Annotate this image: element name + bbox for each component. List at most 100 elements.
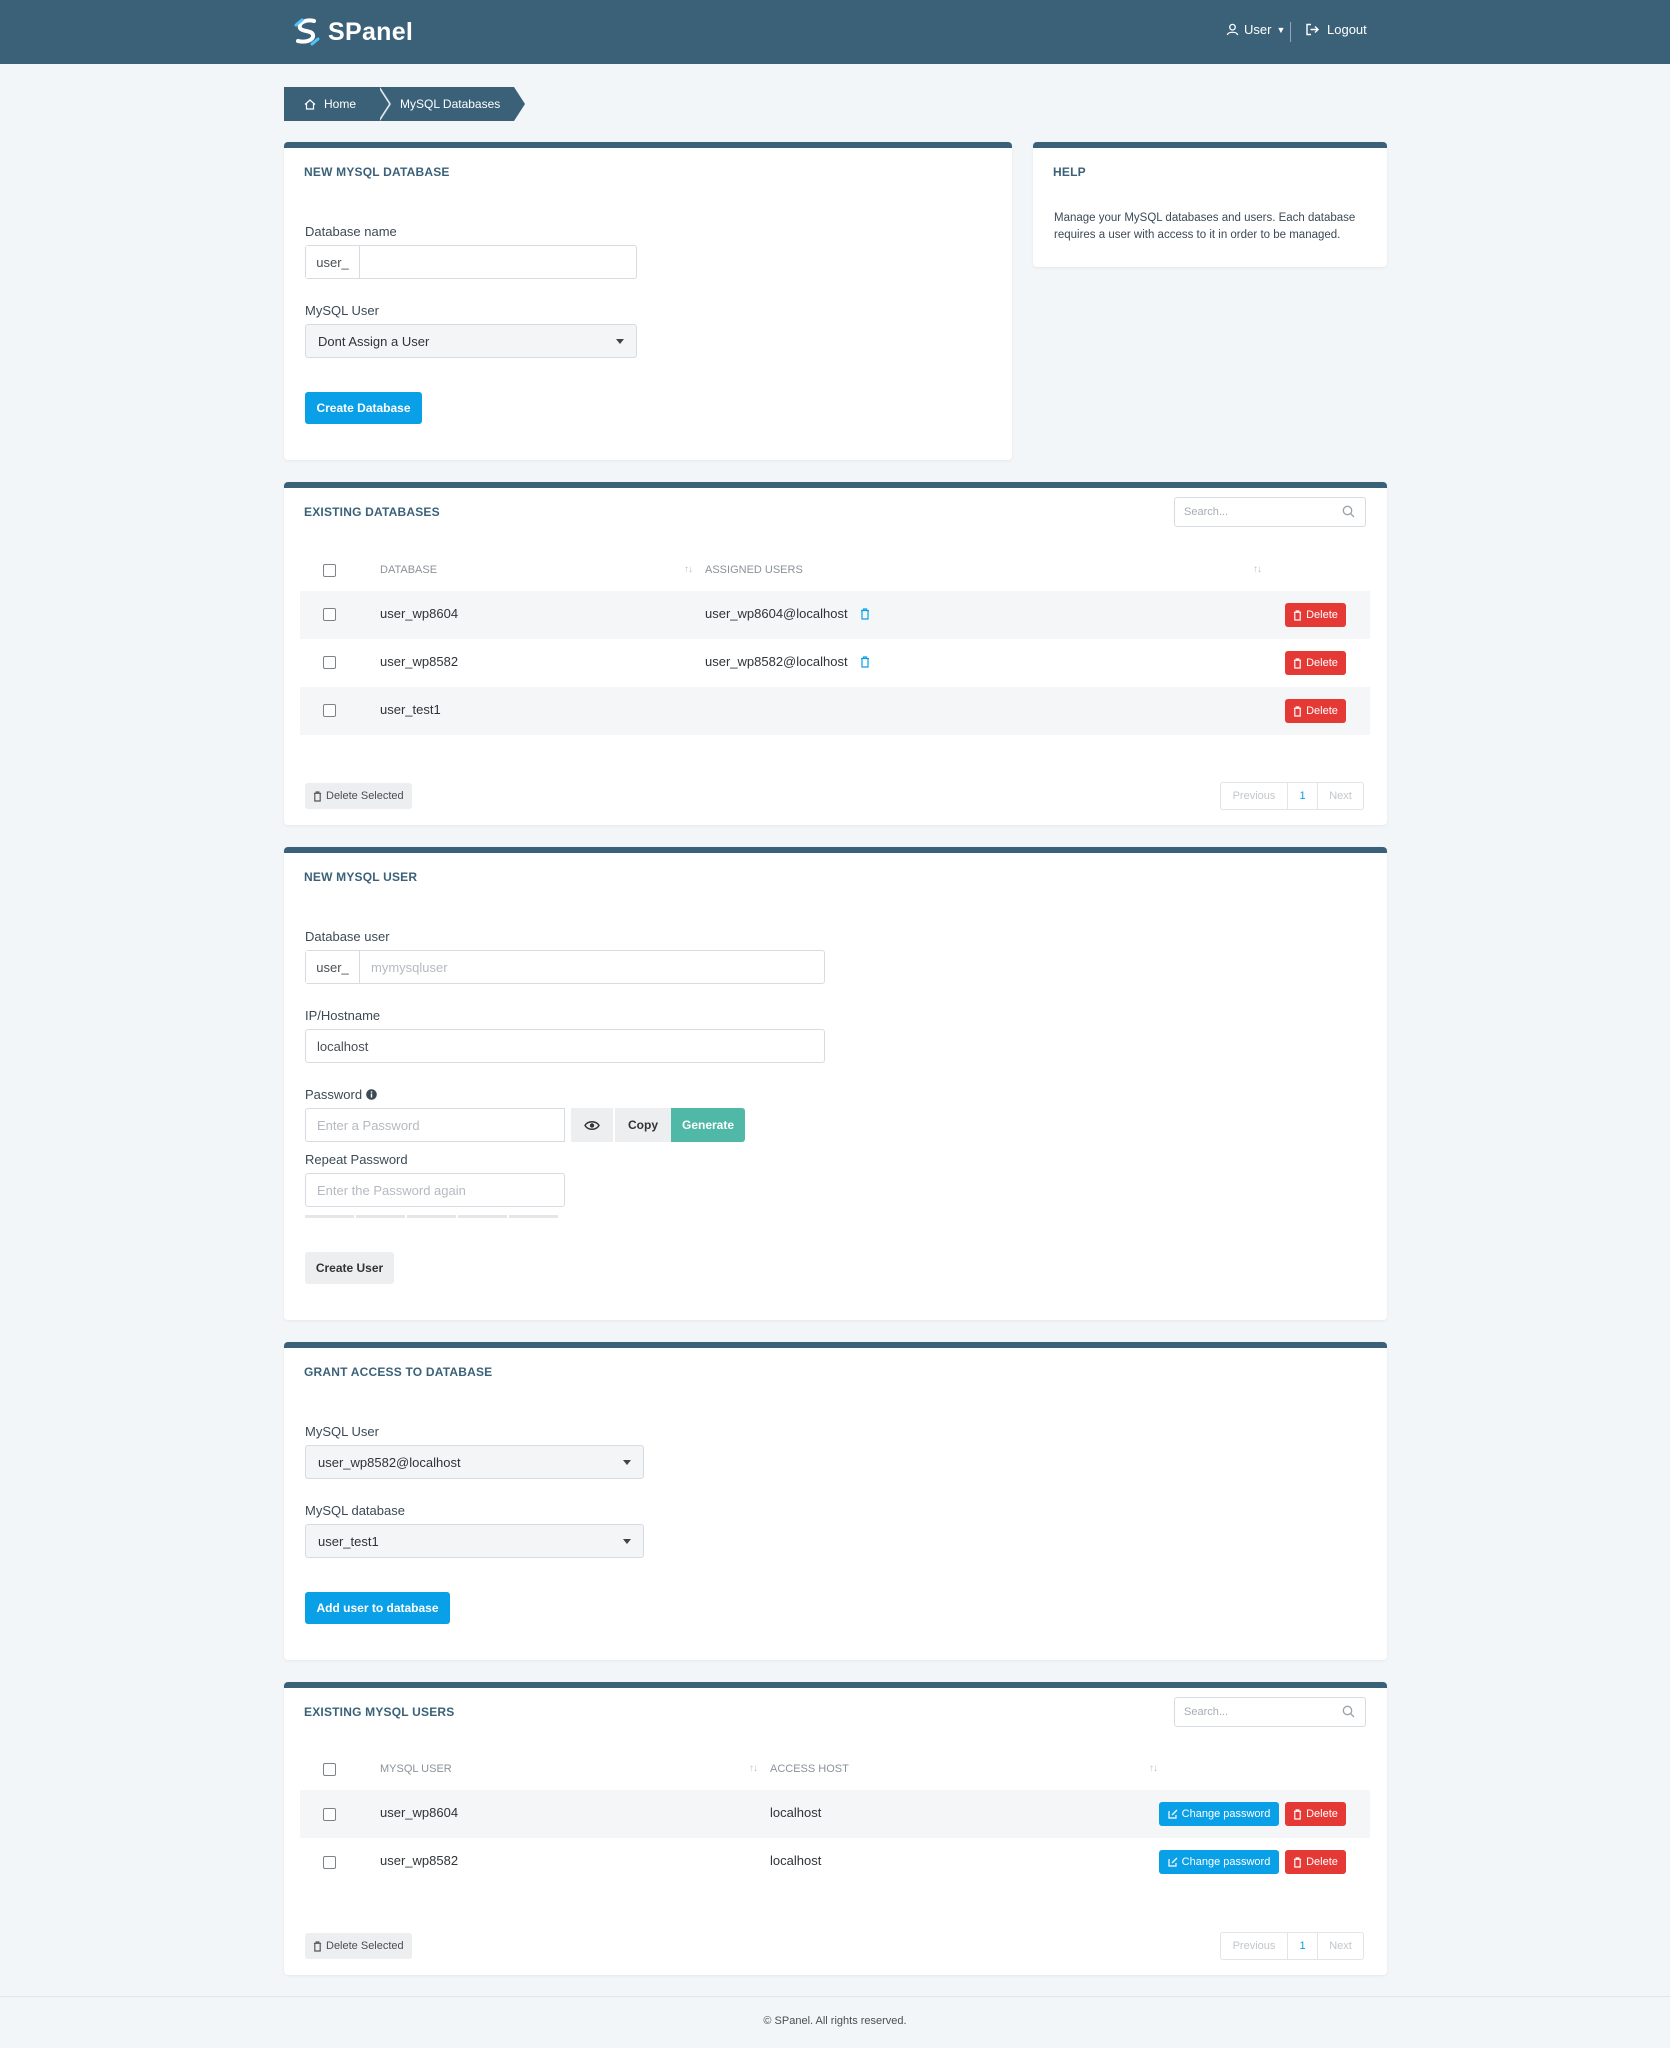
delete-database-button[interactable]: Delete	[1285, 603, 1346, 627]
search-placeholder: Search...	[1184, 506, 1229, 518]
delete-selected-button[interactable]: Delete Selected	[305, 783, 412, 809]
password-row: Enter a Password Copy Generate	[305, 1108, 745, 1142]
row-checkbox[interactable]	[323, 704, 336, 717]
table-header: MYSQL USER ↑↓ ACCESS HOST ↑↓	[300, 1755, 1370, 1785]
info-icon[interactable]	[366, 1089, 377, 1100]
database-name-label: Database name	[305, 224, 397, 239]
delete-user-button[interactable]: Delete	[1285, 1802, 1346, 1826]
delete-label: Delete	[1306, 657, 1338, 669]
sort-icon[interactable]: ↑↓	[684, 564, 693, 575]
top-navbar: SPanel User ▼ Logout	[0, 0, 1670, 64]
breadcrumb-current: MySQL Databases	[378, 87, 525, 121]
select-all-checkbox[interactable]	[323, 1763, 336, 1776]
pagination-page[interactable]: 1	[1288, 1932, 1318, 1960]
delete-selected-label: Delete Selected	[326, 1940, 404, 1952]
hostname-input[interactable]: localhost	[305, 1029, 825, 1063]
database-user-field[interactable]: user_ mymysqluser	[305, 950, 825, 984]
brand-logo[interactable]: SPanel	[292, 17, 413, 47]
access-host: localhost	[770, 1805, 822, 1820]
table-row: user_wp8604 user_wp8604@localhost Delete	[300, 591, 1370, 639]
add-user-to-database-button[interactable]: Add user to database	[305, 1592, 450, 1624]
pagination-previous[interactable]: Previous	[1220, 1932, 1288, 1960]
column-header-database[interactable]: DATABASE	[380, 564, 437, 576]
table-header: DATABASE ↑↓ ASSIGNED USERS ↑↓	[300, 556, 1370, 586]
repeat-password-input[interactable]: Enter the Password again	[305, 1173, 565, 1207]
logout-link[interactable]: Logout	[1305, 22, 1367, 37]
chevron-down-icon	[623, 1539, 631, 1544]
create-database-button[interactable]: Create Database	[305, 392, 422, 424]
table-row: user_test1 Delete	[300, 687, 1370, 735]
edit-icon	[1168, 1857, 1178, 1867]
grant-database-select[interactable]: user_test1	[305, 1524, 644, 1558]
mysql-user-selected: Dont Assign a User	[318, 333, 430, 349]
breadcrumb-home[interactable]: Home	[284, 87, 391, 121]
user-menu-dropdown[interactable]: User ▼	[1226, 22, 1285, 37]
row-checkbox[interactable]	[323, 656, 336, 669]
database-name-input[interactable]	[360, 246, 636, 278]
databases-search-input[interactable]: Search...	[1174, 497, 1366, 527]
select-all-checkbox[interactable]	[323, 564, 336, 577]
trash-icon	[1293, 657, 1302, 669]
grant-database-selected: user_test1	[318, 1533, 379, 1549]
delete-label: Delete	[1306, 705, 1338, 717]
change-password-button[interactable]: Change password	[1159, 1802, 1279, 1826]
trash-icon[interactable]	[860, 656, 870, 668]
table-row: user_wp8604 localhost Change password De…	[300, 1790, 1370, 1838]
strength-segment	[509, 1215, 558, 1218]
row-checkbox[interactable]	[323, 1856, 336, 1869]
delete-database-button[interactable]: Delete	[1285, 651, 1346, 675]
users-search-input[interactable]: Search...	[1174, 1697, 1366, 1727]
delete-selected-button[interactable]: Delete Selected	[305, 1933, 412, 1959]
change-password-button[interactable]: Change password	[1159, 1850, 1279, 1874]
breadcrumb-current-label: MySQL Databases	[400, 97, 501, 111]
new-user-card: NEW MYSQL USER Database user user_ mymys…	[284, 847, 1387, 1320]
mysql-user-label: MySQL User	[305, 303, 379, 318]
create-user-button[interactable]: Create User	[305, 1252, 394, 1284]
copy-password-button[interactable]: Copy	[613, 1108, 671, 1142]
row-checkbox[interactable]	[323, 1808, 336, 1821]
show-password-button[interactable]	[565, 1108, 613, 1142]
database-name-prefix: user_	[306, 246, 360, 278]
password-strength-meter	[305, 1215, 560, 1218]
pagination-next[interactable]: Next	[1318, 1932, 1364, 1960]
pagination-previous[interactable]: Previous	[1220, 782, 1288, 810]
database-user-input[interactable]: mymysqluser	[360, 951, 824, 983]
strength-segment	[407, 1215, 456, 1218]
row-checkbox[interactable]	[323, 608, 336, 621]
footer-copyright: © SPanel. All rights reserved.	[763, 2015, 907, 2027]
sort-icon[interactable]: ↑↓	[1149, 1763, 1158, 1774]
trash-icon	[1293, 1856, 1302, 1868]
pagination-page[interactable]: 1	[1288, 782, 1318, 810]
spanel-logo-icon	[294, 18, 320, 46]
delete-database-button[interactable]: Delete	[1285, 699, 1346, 723]
strength-segment	[458, 1215, 507, 1218]
column-header-assigned-users[interactable]: ASSIGNED USERS	[705, 564, 803, 576]
table-row: user_wp8582 user_wp8582@localhost Delete	[300, 639, 1370, 687]
eye-icon	[584, 1120, 600, 1130]
generate-password-button[interactable]: Generate	[671, 1108, 745, 1142]
chevron-down-icon	[623, 1460, 631, 1465]
delete-user-button[interactable]: Delete	[1285, 1850, 1346, 1874]
column-header-access-host[interactable]: ACCESS HOST	[770, 1763, 849, 1775]
card-title: EXISTING DATABASES	[304, 505, 440, 519]
pagination-next[interactable]: Next	[1318, 782, 1364, 810]
delete-label: Delete	[1306, 1808, 1338, 1820]
database-user-label: Database user	[305, 929, 390, 944]
grant-user-select[interactable]: user_wp8582@localhost	[305, 1445, 644, 1479]
trash-icon	[313, 790, 322, 802]
trash-icon[interactable]	[860, 608, 870, 620]
sort-icon[interactable]: ↑↓	[749, 1763, 758, 1774]
sort-icon[interactable]: ↑↓	[1253, 564, 1262, 575]
column-header-mysql-user[interactable]: MYSQL USER	[380, 1763, 452, 1775]
pagination: Previous 1 Next	[1220, 782, 1364, 810]
chevron-down-icon	[616, 339, 624, 344]
change-password-label: Change password	[1181, 1856, 1271, 1868]
password-input[interactable]: Enter a Password	[305, 1108, 565, 1142]
mysql-user-select[interactable]: Dont Assign a User	[305, 324, 637, 358]
help-text: Manage your MySQL databases and users. E…	[1054, 212, 1356, 241]
user-icon	[1226, 23, 1239, 36]
database-name-field[interactable]: user_	[305, 245, 637, 279]
user-menu-label: User	[1244, 22, 1272, 37]
database-name: user_wp8604	[380, 606, 459, 621]
mysql-user-name: user_wp8604	[380, 1805, 459, 1820]
